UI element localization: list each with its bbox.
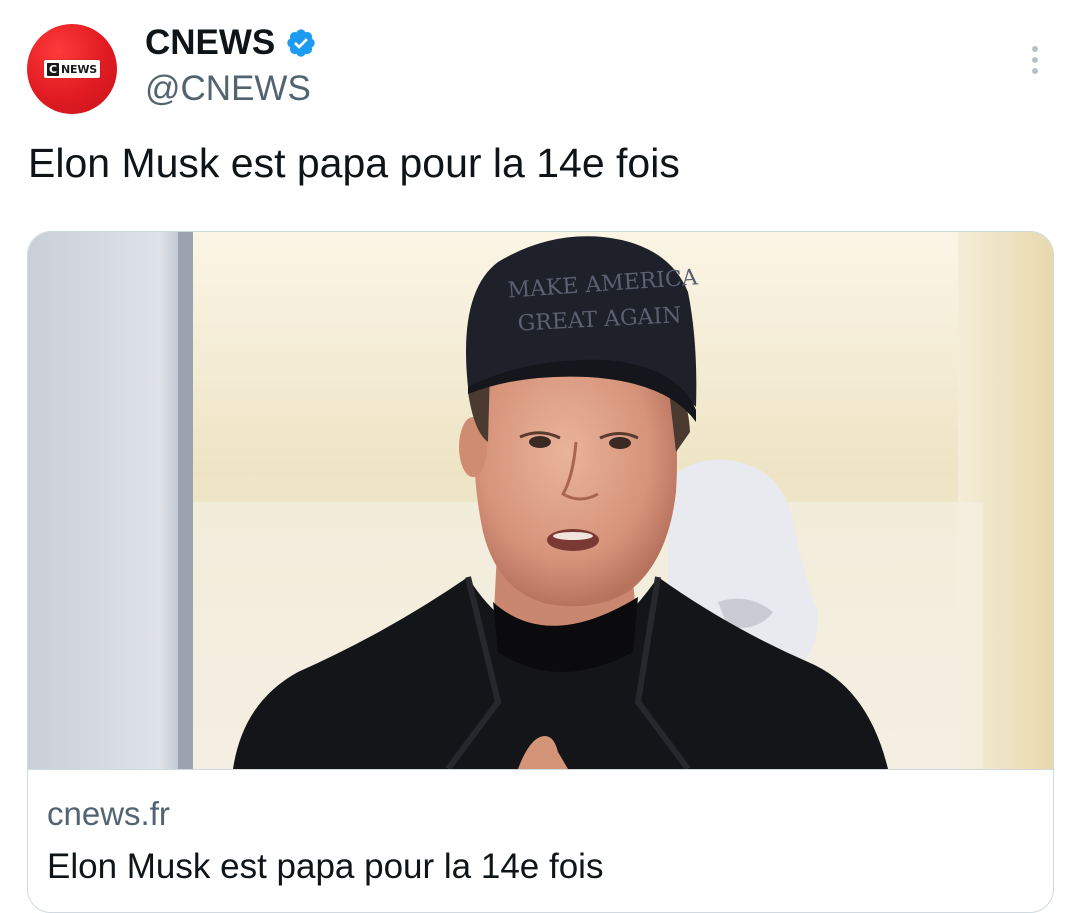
display-name[interactable]: CNEWS [145,22,275,64]
card-meta[interactable]: cnews.fr Elon Musk est papa pour la 14e … [28,769,1053,886]
card-title: Elon Musk est papa pour la 14e fois [47,847,604,886]
cnews-logo: C NEWS [43,60,101,78]
logo-letter: C [46,62,60,76]
author-name-row: CNEWS [145,22,317,64]
more-options-icon[interactable] [1020,40,1050,80]
verified-badge-icon [287,29,315,57]
card-domain: cnews.fr [47,795,170,832]
card-image[interactable]: MAKE AMERICA GREAT AGAIN [28,232,1053,769]
logo-text: NEWS [61,62,98,76]
link-preview-card[interactable]: MAKE AMERICA GREAT AGAIN cnews.fr Elon M… [27,231,1054,913]
author-handle[interactable]: @CNEWS [145,68,311,110]
avatar[interactable]: C NEWS [27,24,117,114]
tweet-text: Elon Musk est papa pour la 14e fois [28,140,680,186]
photo-of-man-in-cap: MAKE AMERICA GREAT AGAIN [28,232,1053,769]
tweet: C NEWS CNEWS @CNEWS Elon Musk est papa p… [0,0,1080,913]
